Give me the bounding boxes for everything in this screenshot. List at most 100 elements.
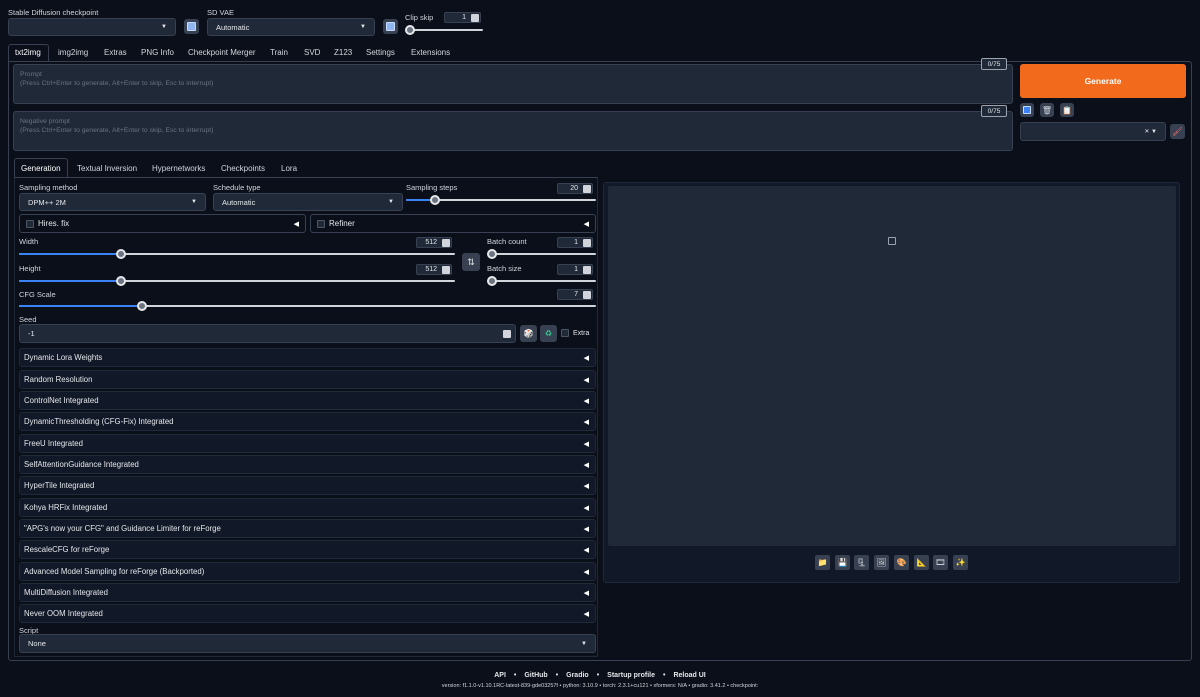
accordion-rescalecfg[interactable]: RescaleCFG for reForge ◀ [19, 540, 596, 559]
slider-thumb[interactable] [137, 301, 147, 311]
slider-thumb[interactable] [487, 276, 497, 286]
sampling-steps-slider[interactable] [406, 195, 596, 205]
schedule-type-label: Schedule type [213, 183, 261, 192]
refresh-checkpoint-button[interactable] [184, 19, 199, 34]
extra-checkbox[interactable] [561, 329, 569, 337]
script-select[interactable]: None ▼ [19, 634, 596, 653]
tab-z123[interactable]: Z123 [334, 48, 352, 57]
tab-train[interactable]: Train [270, 48, 288, 57]
chevron-down-icon: ▼ [388, 199, 394, 205]
negative-prompt-textarea[interactable]: Negative prompt (Press Ctrl+Enter to gen… [13, 111, 1013, 151]
tab-extensions[interactable]: Extensions [411, 48, 450, 57]
refresh-vae-button[interactable] [383, 19, 398, 34]
open-folder-button[interactable]: 📁 [815, 555, 830, 570]
tab-extras[interactable]: Extras [104, 48, 127, 57]
height-slider[interactable] [19, 276, 455, 286]
checkpoint-select[interactable]: ▼ [8, 18, 176, 36]
clipboard-button[interactable]: 📋 [1060, 103, 1074, 117]
tab-txt2img[interactable]: txt2img [15, 48, 41, 57]
extra-seed-toggle[interactable]: Extra [561, 329, 589, 337]
width-input[interactable]: 512 [416, 237, 452, 248]
batch-count-slider[interactable] [487, 249, 596, 259]
spinner-icon[interactable] [503, 330, 511, 338]
sampling-method-select[interactable]: DPM++ 2M ▼ [19, 193, 206, 211]
accordion-kohya-hrfix[interactable]: Kohya HRFix Integrated ◀ [19, 498, 596, 517]
accordion-controlnet[interactable]: ControlNet Integrated ◀ [19, 391, 596, 410]
edit-styles-button[interactable]: 🖌 [1170, 124, 1185, 139]
tab-png-info[interactable]: PNG Info [141, 48, 174, 57]
footer-link-startup-profile[interactable]: Startup profile [607, 672, 655, 679]
accordion-apg[interactable]: "APG's now your CFG" and Guidance Limite… [19, 519, 596, 538]
spinner-icon[interactable] [583, 266, 591, 274]
slider-thumb[interactable] [116, 249, 126, 259]
slider-thumb[interactable] [430, 195, 440, 205]
seed-input[interactable]: -1 [19, 324, 516, 343]
accordion-random-resolution[interactable]: Random Resolution ◀ [19, 370, 596, 389]
random-seed-button[interactable]: 🎲 [520, 325, 537, 342]
hires-fix-checkbox[interactable] [26, 219, 34, 228]
generate-button[interactable]: Generate [1020, 64, 1186, 98]
footer-link-api[interactable]: API [494, 672, 506, 679]
cfg-scale-input[interactable]: 7 [557, 289, 593, 300]
cfg-scale-slider[interactable] [19, 301, 596, 311]
footer-link-gradio[interactable]: Gradio [566, 672, 589, 679]
spinner-icon[interactable] [583, 239, 591, 247]
spinner-icon[interactable] [442, 266, 450, 274]
slider-thumb[interactable] [487, 249, 497, 259]
accordion-dynamic-thresholding[interactable]: DynamicThresholding (CFG-Fix) Integrated… [19, 412, 596, 431]
slider-thumb[interactable] [405, 25, 415, 35]
clip-skip-input[interactable]: 1 [444, 12, 481, 23]
height-input[interactable]: 512 [416, 264, 452, 275]
styles-select[interactable]: ✕ ▼ [1020, 122, 1166, 141]
footer-link-reload-ui[interactable]: Reload UI [673, 672, 705, 679]
subtab-lora[interactable]: Lora [281, 164, 297, 173]
spinner-icon[interactable] [471, 14, 479, 22]
accordion-hypertile[interactable]: HyperTile Integrated ◀ [19, 476, 596, 495]
zip-button[interactable]: 🗜 [854, 555, 869, 570]
slider-thumb[interactable] [116, 276, 126, 286]
send-to-img2img-button[interactable]: 🖼 [874, 555, 889, 570]
schedule-type-select[interactable]: Automatic ▼ [213, 193, 403, 211]
tab-svd[interactable]: SVD [304, 48, 320, 57]
accordion-dynamic-lora-weights[interactable]: Dynamic Lora Weights ◀ [19, 348, 596, 367]
hires-fix-accordion[interactable]: Hires. fix ◀ [19, 214, 306, 233]
spinner-icon[interactable] [442, 239, 450, 247]
trash-button[interactable]: 🗑 [1040, 103, 1054, 117]
swap-dimensions-button[interactable]: ⇅ [462, 253, 480, 271]
sampling-steps-input[interactable]: 20 [557, 183, 593, 194]
accordion-label: SelfAttentionGuidance Integrated [24, 460, 139, 469]
subtab-checkpoints[interactable]: Checkpoints [221, 164, 265, 173]
spinner-icon[interactable] [583, 291, 591, 299]
accordion-freeu[interactable]: FreeU Integrated ◀ [19, 434, 596, 453]
accordion-never-oom[interactable]: Never OOM Integrated ◀ [19, 604, 596, 623]
save-button[interactable]: 💾 [835, 555, 850, 570]
batch-size-slider[interactable] [487, 276, 596, 286]
footer-link-github[interactable]: GitHub [524, 672, 547, 679]
send-to-inpaint-button[interactable]: 🎨 [894, 555, 909, 570]
upscale-button[interactable]: ✨ [953, 555, 968, 570]
accordion-advanced-model-sampling[interactable]: Advanced Model Sampling for reForge (Bac… [19, 562, 596, 581]
batch-count-input[interactable]: 1 [557, 237, 593, 248]
subtab-textual-inversion[interactable]: Textual Inversion [77, 164, 137, 173]
refiner-checkbox[interactable] [317, 219, 325, 228]
subtab-hypernetworks[interactable]: Hypernetworks [152, 164, 205, 173]
batch-count-label: Batch count [487, 237, 527, 246]
accordion-multidiffusion[interactable]: MultiDiffusion Integrated ◀ [19, 583, 596, 602]
hires-fix-label: Hires. fix [38, 219, 70, 228]
subtab-generation[interactable]: Generation [21, 164, 61, 173]
prompt-textarea[interactable]: Prompt (Press Ctrl+Enter to generate, Al… [13, 64, 1013, 104]
tab-settings[interactable]: Settings [366, 48, 395, 57]
read-params-button[interactable] [1020, 103, 1034, 117]
reuse-seed-button[interactable]: ♻ [540, 325, 557, 342]
accordion-self-attention-guidance[interactable]: SelfAttentionGuidance Integrated ◀ [19, 455, 596, 474]
batch-size-input[interactable]: 1 [557, 264, 593, 275]
vae-select[interactable]: Automatic ▼ [207, 18, 375, 36]
tab-checkpoint-merger[interactable]: Checkpoint Merger [188, 48, 256, 57]
tab-img2img[interactable]: img2img [58, 48, 88, 57]
clip-skip-slider[interactable] [405, 25, 483, 35]
svd-button[interactable]: 🎞 [933, 555, 948, 570]
send-to-extras-button[interactable]: 📐 [914, 555, 929, 570]
spinner-icon[interactable] [583, 185, 591, 193]
refiner-accordion[interactable]: Refiner ◀ [310, 214, 596, 233]
width-slider[interactable] [19, 249, 455, 259]
